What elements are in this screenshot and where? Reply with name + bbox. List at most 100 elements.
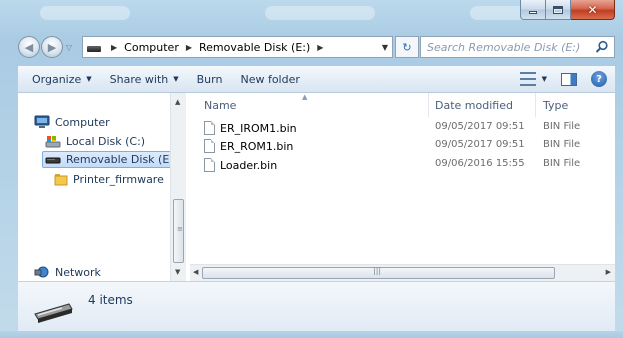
- change-view-icon[interactable]: [519, 72, 536, 86]
- address-bar[interactable]: ▶ Computer ▶ Removable Disk (E:) ▶ ▼: [82, 36, 393, 58]
- maximize-button[interactable]: [546, 0, 571, 20]
- removable-disk-large-icon: [34, 303, 73, 323]
- close-icon: ✕: [587, 2, 598, 17]
- help-icon[interactable]: ?: [591, 71, 607, 87]
- scroll-up-icon[interactable]: ▲: [175, 98, 180, 106]
- minimize-button[interactable]: [520, 0, 546, 20]
- breadcrumb-removable-disk[interactable]: Removable Disk (E:): [199, 41, 310, 54]
- drive-icon: [87, 45, 101, 52]
- file-date: 09/05/2017 09:51: [435, 121, 525, 132]
- burn-label: Burn: [196, 72, 223, 86]
- computer-icon: [34, 115, 50, 128]
- table-row[interactable]: Loader.bin 09/06/2016 15:55 BIN File: [190, 158, 615, 176]
- preview-pane-icon[interactable]: [561, 72, 577, 86]
- breadcrumb-computer[interactable]: Computer: [124, 41, 179, 54]
- file-name: ER_IROM1.bin: [220, 121, 297, 135]
- chevron-down-icon: ▼: [173, 75, 179, 83]
- file-name-cell: ER_IROM1.bin: [204, 121, 297, 135]
- removable-disk-icon: [45, 157, 61, 163]
- sidebar-item-local-disk[interactable]: Local Disk (C:): [45, 134, 145, 148]
- item-count: 4 items: [88, 293, 133, 307]
- sidebar-item-removable-disk[interactable]: Removable Disk (E:): [42, 151, 183, 168]
- sidebar-item-label: Printer_firmware: [73, 172, 164, 186]
- scroll-down-icon[interactable]: ▼: [175, 268, 180, 276]
- burn-button[interactable]: Burn: [197, 73, 223, 86]
- maximize-icon: [553, 5, 563, 14]
- folder-icon: [54, 174, 68, 186]
- file-date: 09/06/2016 15:55: [435, 158, 525, 169]
- refresh-button[interactable]: ↻: [395, 36, 419, 58]
- column-header-label: Date modified: [435, 98, 513, 112]
- organize-label: Organize: [32, 72, 82, 86]
- sidebar-item-label: Local Disk (C:): [66, 134, 146, 148]
- navigation-scrollbar[interactable]: ▲ ≡ ▼: [170, 93, 186, 281]
- content-area: Computer Local Disk (C:) Removable Disk …: [18, 93, 615, 281]
- search-icon[interactable]: [595, 40, 609, 54]
- file-name-cell: Loader.bin: [204, 158, 277, 172]
- search-input[interactable]: Search Removable Disk (E:): [420, 36, 615, 58]
- sidebar-item-label: Network: [55, 265, 101, 279]
- minimize-icon: [529, 11, 537, 14]
- sidebar-item-label: Removable Disk (E:): [66, 153, 178, 166]
- grip-icon: ≡: [177, 225, 183, 233]
- close-button[interactable]: ✕: [571, 0, 615, 20]
- column-header-label: Name: [204, 98, 237, 112]
- chevron-right-icon[interactable]: ▶: [111, 43, 117, 52]
- file-icon: [204, 158, 215, 172]
- network-icon: [34, 266, 49, 278]
- share-with-label: Share with: [109, 72, 169, 86]
- column-divider[interactable]: [428, 93, 429, 117]
- share-with-button[interactable]: Share with ▼: [110, 73, 179, 86]
- sidebar-item-computer[interactable]: Computer: [34, 115, 110, 129]
- chevron-down-icon[interactable]: ▼: [542, 75, 547, 83]
- file-type: BIN File: [543, 139, 581, 150]
- column-header-date-modified[interactable]: Date modified: [435, 93, 513, 117]
- details-pane: 4 items: [18, 281, 615, 331]
- file-icon: [204, 121, 215, 135]
- address-row: ◀ ▶ ▽ ▶ Computer ▶ Removable Disk (E:) ▶…: [18, 34, 615, 60]
- column-header-type[interactable]: Type: [543, 93, 568, 117]
- scroll-thumb[interactable]: |||: [202, 266, 555, 279]
- navigation-pane: Computer Local Disk (C:) Removable Disk …: [18, 93, 186, 281]
- scroll-thumb[interactable]: ≡: [173, 199, 184, 263]
- file-type: BIN File: [543, 121, 581, 132]
- table-row[interactable]: ER_IROM1.bin 09/05/2017 09:51 BIN File: [190, 121, 615, 139]
- sidebar-item-printer-firmware[interactable]: Printer_firmware: [54, 172, 164, 186]
- file-name: Loader.bin: [220, 158, 278, 172]
- caption-buttons: ✕: [520, 0, 615, 20]
- table-row[interactable]: ER_ROM1.bin 09/05/2017 09:51 BIN File: [190, 139, 615, 157]
- back-arrow-icon: ◀: [24, 40, 34, 54]
- file-list: ▲ Name Date modified Type ER_IROM1.bin 0…: [190, 93, 615, 281]
- column-header-label: Type: [543, 98, 569, 112]
- chevron-right-icon[interactable]: ▶: [186, 43, 192, 52]
- file-name: ER_ROM1.bin: [220, 139, 294, 153]
- new-folder-label: New folder: [240, 72, 300, 86]
- file-icon: [204, 139, 215, 153]
- file-name-cell: ER_ROM1.bin: [204, 139, 293, 153]
- scroll-right-icon[interactable]: ▶: [606, 268, 611, 276]
- command-bar: Organize ▼ Share with ▼ Burn New folder ▼ …: [18, 66, 615, 93]
- column-divider[interactable]: [535, 93, 536, 117]
- new-folder-button[interactable]: New folder: [240, 73, 299, 86]
- explorer-window: ✕ ◀ ▶ ▽ ▶ Computer ▶ Removable Disk (E:)…: [0, 0, 623, 338]
- chevron-right-icon[interactable]: ▶: [317, 43, 323, 52]
- recent-pages-dropdown[interactable]: ▽: [64, 43, 74, 52]
- forward-arrow-icon: ▶: [47, 40, 57, 54]
- title-blur: [265, 6, 375, 20]
- address-dropdown-icon[interactable]: ▼: [382, 43, 388, 52]
- back-button[interactable]: ◀: [18, 36, 40, 58]
- sidebar-item-label: Computer: [55, 115, 110, 129]
- organize-button[interactable]: Organize ▼: [32, 73, 92, 86]
- file-type: BIN File: [543, 158, 581, 169]
- refresh-icon: ↻: [402, 40, 412, 54]
- scroll-left-icon[interactable]: ◀: [193, 268, 198, 276]
- sidebar-item-network[interactable]: Network: [34, 265, 101, 279]
- search-placeholder: Search Removable Disk (E:): [427, 40, 581, 54]
- title-blur: [40, 6, 130, 20]
- file-date: 09/05/2017 09:51: [435, 139, 525, 150]
- column-header-name[interactable]: Name: [204, 93, 236, 117]
- local-disk-icon: [45, 136, 61, 148]
- forward-button[interactable]: ▶: [41, 36, 63, 58]
- chevron-down-icon: ▼: [86, 75, 92, 83]
- horizontal-scrollbar[interactable]: ◀ ||| ▶: [190, 264, 615, 281]
